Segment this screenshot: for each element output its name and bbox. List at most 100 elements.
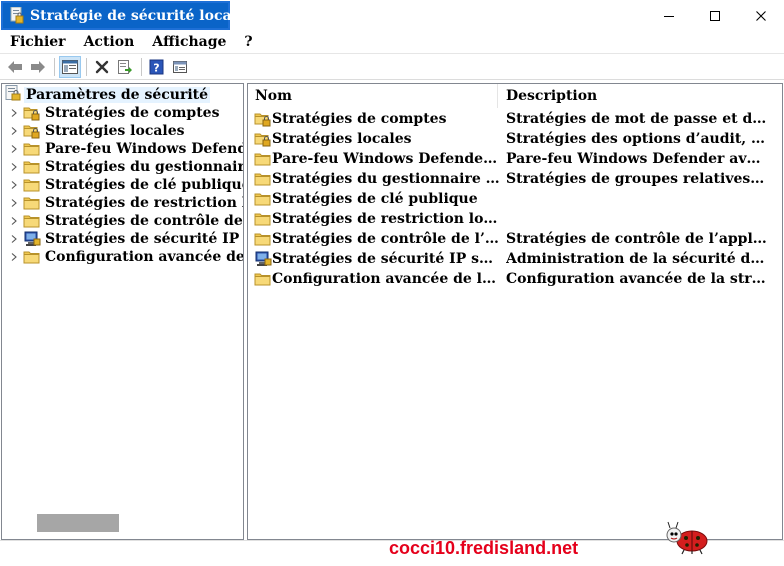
details-list-pane[interactable]: Nom Description Stratégies de comptes Str… (247, 83, 783, 540)
chevron-right-icon[interactable] (5, 104, 23, 122)
list-item-name: Stratégies de contrôle de l’app... (272, 231, 500, 247)
window-title: Stratégie de sécurité locale (30, 7, 246, 24)
list-item[interactable]: Stratégies de comptes Stratégies de mot d… (248, 109, 782, 129)
forward-button[interactable] (27, 56, 49, 78)
chevron-right-icon[interactable] (5, 176, 23, 194)
chevron-right-icon[interactable] (5, 122, 23, 140)
column-header-name[interactable]: Nom (248, 84, 498, 108)
tree-item[interactable]: Stratégies de restriction log (2, 194, 243, 212)
tree-item[interactable]: Configuration avancée de la (2, 248, 244, 266)
ip-security-icon (23, 231, 41, 247)
list-item-description: Stratégies de mot de passe et de ve... (506, 111, 768, 127)
tree-item[interactable]: Pare-feu Windows Defender (2, 140, 244, 158)
export-list-button[interactable] (114, 56, 136, 78)
menu-action[interactable]: Action (76, 34, 143, 50)
tree-item[interactable]: Stratégies de contrôle de l’ap (2, 212, 243, 230)
folder-icon (254, 271, 272, 287)
list-item-description: Administration de la sécurité du p... (506, 251, 768, 267)
list-item-description: Stratégies des options d’audit, de d... (506, 131, 768, 147)
folder-lock-icon (23, 123, 41, 139)
tree-item[interactable]: Stratégies de comptes (2, 104, 219, 122)
list-item[interactable]: Stratégies de sécurité IP sur O... Admini… (248, 249, 782, 269)
watermark-text: cocci10.fredisland.net (389, 538, 579, 558)
chevron-right-icon[interactable] (5, 230, 23, 248)
list-item-name: Stratégies de clé publique (272, 191, 478, 207)
folder-lock-icon (254, 131, 272, 147)
tree-item[interactable]: Stratégies de clé publique (2, 176, 244, 194)
toolbar-separator (54, 57, 55, 76)
folder-icon (254, 211, 272, 227)
list-item-name: Stratégies du gestionnaire de ... (272, 171, 500, 187)
security-policy-app-icon (10, 6, 24, 24)
folder-icon (23, 213, 41, 229)
toolbar-separator (141, 57, 142, 76)
tree-item[interactable]: Stratégies locales (2, 122, 185, 140)
ladybug-mascot-icon (662, 519, 712, 555)
list-item-name: Stratégies de sécurité IP sur O... (272, 251, 500, 267)
delete-button[interactable] (91, 56, 113, 78)
properties-icon (173, 60, 187, 73)
chevron-right-icon[interactable] (5, 158, 23, 176)
delete-icon (95, 60, 109, 73)
chevron-right-icon[interactable] (5, 212, 23, 230)
list-item[interactable]: Configuration avancée de la s... Configur… (248, 269, 782, 289)
list-item-name: Stratégies de comptes (272, 111, 447, 127)
close-icon (756, 10, 766, 21)
tree-item[interactable]: Stratégies du gestionnaire d (2, 158, 244, 176)
back-arrow-icon (8, 60, 22, 73)
export-list-icon (118, 59, 132, 74)
chevron-right-icon[interactable] (5, 248, 23, 266)
title-box: Stratégie de sécurité locale (1, 1, 246, 30)
chevron-right-icon[interactable] (5, 140, 23, 158)
folder-icon (23, 195, 41, 211)
tree-item[interactable]: Stratégies de sécurité IP sur (2, 230, 243, 248)
menu-affichage[interactable]: Affichage (144, 34, 234, 50)
list-item[interactable]: Stratégies du gestionnaire de ... Stratég… (248, 169, 782, 189)
list-item[interactable]: Stratégies locales Stratégies des options… (248, 129, 782, 149)
folder-icon (23, 141, 41, 157)
show-hide-console-tree-button[interactable] (59, 55, 81, 78)
folder-lock-icon (23, 105, 41, 121)
maximize-button[interactable] (692, 0, 738, 31)
tree-item-label: Pare-feu Windows Defender (45, 141, 244, 157)
list-item-name: Configuration avancée de la s... (272, 271, 500, 287)
help-button[interactable]: ? (146, 56, 168, 78)
folder-icon (23, 177, 41, 193)
menu-bar: Fichier Action Affichage ? (0, 31, 784, 54)
column-header-description[interactable]: Description (499, 84, 769, 108)
show-hide-console-tree-icon (62, 59, 78, 74)
list-item-description: Pare-feu Windows Defender avec f... (506, 151, 768, 167)
close-button[interactable] (738, 0, 784, 31)
properties-button[interactable] (169, 56, 191, 78)
help-icon: ? (149, 59, 164, 74)
console-tree-pane[interactable]: Paramètres de sécurité Stratégies de com… (1, 83, 244, 540)
list-item[interactable]: Stratégies de restriction logic... (248, 209, 782, 229)
title-bar[interactable]: Stratégie de sécurité locale (0, 0, 784, 31)
list-header: Nom Description (248, 84, 782, 108)
tree-item-label: Configuration avancée de la (45, 249, 244, 265)
menu-fichier[interactable]: Fichier (2, 34, 74, 50)
folder-icon (254, 191, 272, 207)
minimize-button[interactable] (646, 0, 692, 31)
list-item-description: Stratégies de contrôle de l’applicat... (506, 231, 768, 247)
toolbar: ? (0, 54, 784, 80)
list-item[interactable]: Pare-feu Windows Defender a... Pare-feu W… (248, 149, 782, 169)
tree-item-label: Stratégies du gestionnaire d (45, 159, 244, 175)
list-item-name: Stratégies de restriction logic... (272, 211, 500, 227)
ip-security-icon (254, 251, 272, 267)
tree-item-label: Stratégies de restriction log (45, 195, 243, 211)
maximize-icon (710, 10, 720, 21)
menu-help[interactable]: ? (236, 34, 260, 50)
horizontal-scrollbar-thumb[interactable] (37, 514, 119, 532)
list-item[interactable]: Stratégies de contrôle de l’app... Straté… (248, 229, 782, 249)
list-item[interactable]: Stratégies de clé publique (248, 189, 782, 209)
tree-item-label: Stratégies de sécurité IP sur (45, 231, 243, 247)
folder-icon (254, 171, 272, 187)
folder-icon (23, 249, 41, 265)
tree-root-security-settings[interactable]: Paramètres de sécurité (5, 85, 211, 104)
chevron-right-icon[interactable] (5, 194, 23, 212)
back-button[interactable] (4, 56, 26, 78)
tree-item-label: Stratégies locales (45, 123, 185, 139)
tree-item-label: Stratégies de clé publique (45, 177, 244, 193)
tree-root-label: Paramètres de sécurité (24, 87, 211, 103)
